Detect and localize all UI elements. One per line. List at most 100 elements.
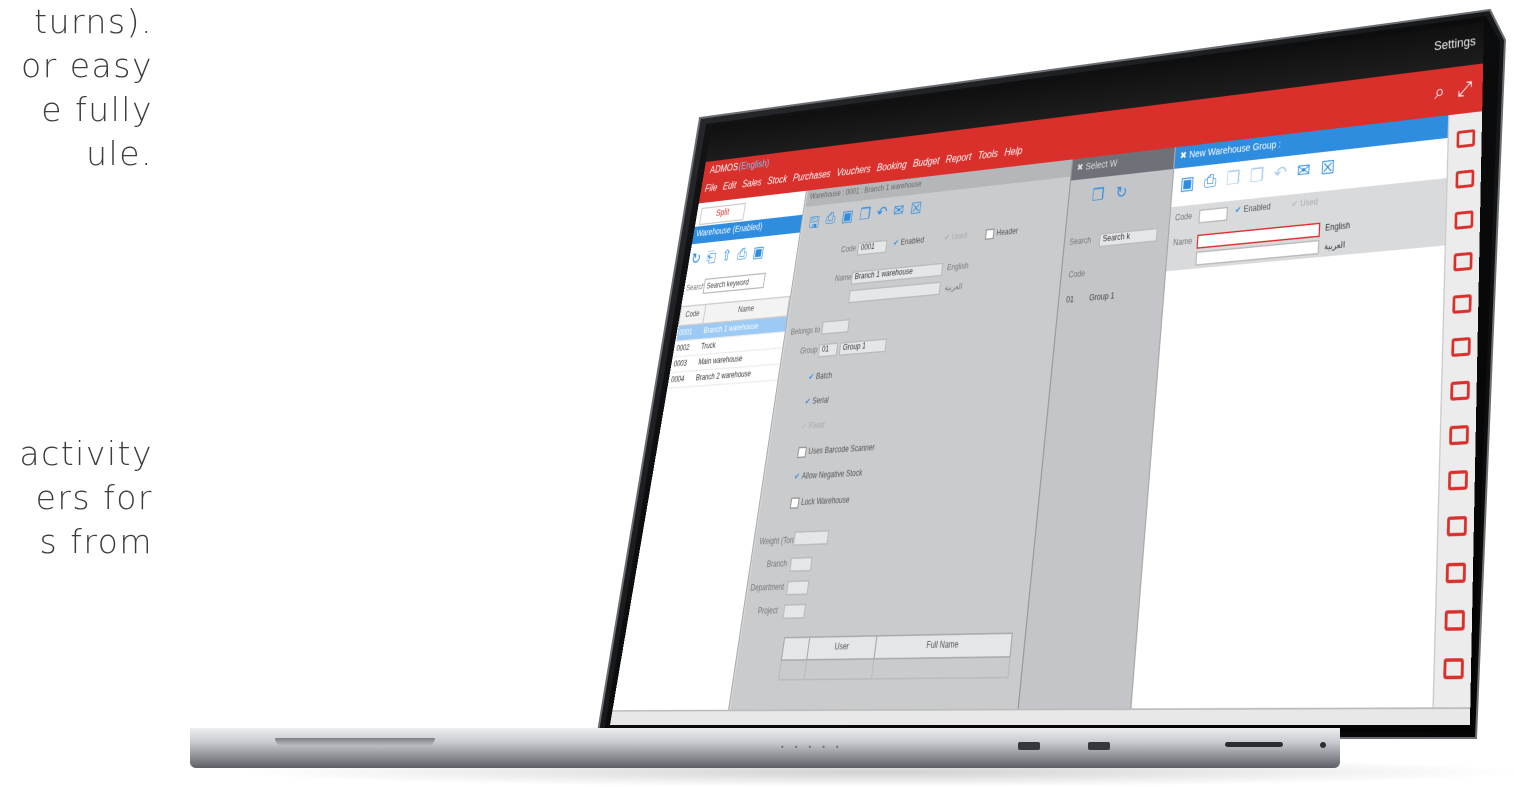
paste-icon[interactable]: ❐ <box>1249 164 1265 188</box>
group-name-field[interactable]: Group 1 <box>839 338 887 355</box>
weight-field[interactable] <box>793 530 830 546</box>
print-icon[interactable]: ⎙ <box>736 244 748 264</box>
weight-label: Weight (Ton) <box>759 537 796 547</box>
serial-label: Serial <box>812 397 829 406</box>
cell-code: 0004 <box>668 371 695 389</box>
refresh-icon[interactable]: ↻ <box>1115 182 1128 202</box>
new-used-label: Used <box>1300 199 1318 209</box>
bank-icon[interactable] <box>1447 516 1467 537</box>
department-field[interactable] <box>786 580 810 595</box>
new-pane-title-text: New Warehouse Group : <box>1189 140 1282 160</box>
menu-item-tools[interactable]: Tools <box>977 148 999 162</box>
print-icon[interactable]: ⎙ <box>823 208 837 236</box>
serial-checkbox[interactable]: ✔Serial <box>804 396 829 407</box>
branch-field[interactable] <box>789 557 813 572</box>
header-checkbox[interactable]: Header <box>985 226 1019 240</box>
close-icon[interactable]: ✖ <box>1076 163 1084 173</box>
project-field[interactable] <box>782 604 806 619</box>
grid-cell <box>871 657 1010 679</box>
code-column[interactable]: Code <box>1068 271 1085 281</box>
undo-icon[interactable]: ↶ <box>874 203 888 231</box>
email-icon[interactable]: ✉ <box>891 201 905 229</box>
menu-item-sales[interactable]: Sales <box>741 176 762 189</box>
project-label: Project <box>757 607 778 616</box>
horizontal-scrollbar[interactable] <box>610 707 1470 725</box>
code-field[interactable]: 0001 <box>857 240 888 256</box>
list-icon[interactable] <box>1443 658 1464 679</box>
calculator-icon[interactable] <box>1448 470 1468 490</box>
header-tools: ⌕ ⤢ <box>1434 76 1472 104</box>
customers-icon[interactable] <box>1456 129 1475 148</box>
search-icon[interactable]: ⌕ <box>1434 79 1445 104</box>
select-icon[interactable]: ❐ <box>1091 185 1105 205</box>
column-header-user[interactable]: User <box>807 636 877 660</box>
user-grid: User Full Name <box>778 632 1013 680</box>
branch-label: Branch <box>766 561 788 570</box>
fixed-checkbox[interactable]: ✔Fixed <box>801 421 825 432</box>
warehouse-icon[interactable] <box>1450 381 1470 401</box>
menu-item-file[interactable]: File <box>704 182 718 194</box>
new-used-checkbox[interactable]: ✔ Used <box>1291 197 1318 210</box>
code-label: Code <box>1175 213 1193 223</box>
allow-negative-stock-checkbox[interactable]: ✔Allow Negative Stock <box>794 468 863 482</box>
new-code-field[interactable] <box>1198 207 1228 224</box>
export-icon[interactable]: ⎗ <box>705 248 717 268</box>
menu-item-booking[interactable]: Booking <box>876 159 907 174</box>
cash-icon[interactable] <box>1446 563 1466 584</box>
used-checkbox[interactable]: ✔Used <box>944 231 968 243</box>
save-icon[interactable]: 🖫 <box>807 210 821 238</box>
menu-item-vouchers[interactable]: Vouchers <box>836 163 872 178</box>
save-as-icon[interactable]: ▣ <box>839 206 854 234</box>
menu-item-help[interactable]: Help <box>1004 145 1023 159</box>
usb-port <box>1088 742 1110 750</box>
menu-item-report[interactable]: Report <box>945 151 972 166</box>
close-icon[interactable]: ✖ <box>1180 151 1188 161</box>
group-code-field[interactable]: 01 <box>818 343 839 358</box>
delete-icon[interactable]: ☒ <box>1320 156 1336 180</box>
undo-icon[interactable]: ↶ <box>1273 162 1288 186</box>
batch-checkbox[interactable]: ✔Batch <box>808 371 833 382</box>
belongs-to-field[interactable] <box>821 319 850 335</box>
menu-item-purchases[interactable]: Purchases <box>792 168 831 184</box>
menu-item-edit[interactable]: Edit <box>722 180 737 193</box>
column-header-full-name[interactable]: Full Name <box>874 633 1012 659</box>
name-arabic-field[interactable] <box>848 281 941 303</box>
document-icon[interactable] <box>1453 252 1472 272</box>
email-icon[interactable]: ✉ <box>1296 159 1311 183</box>
search-input[interactable]: Search keyword <box>702 273 766 294</box>
settings-button[interactable]: Settings <box>1434 34 1476 53</box>
company-name: (English) <box>738 157 770 172</box>
enabled-label: Enabled <box>900 237 924 247</box>
save-icon[interactable]: ▣ <box>1179 172 1195 196</box>
report-icon[interactable] <box>1452 294 1471 314</box>
barcode-scanner-checkbox[interactable]: Uses Barcode Scanner <box>797 442 875 458</box>
new-enabled-checkbox[interactable]: ✔ Enabled <box>1235 202 1271 215</box>
table-row[interactable] <box>779 657 1010 680</box>
upload-icon[interactable]: ⇧ <box>720 246 733 266</box>
row-code[interactable]: 01 <box>1066 296 1075 305</box>
row-name[interactable]: Group 1 <box>1089 293 1115 304</box>
edit-invoice-icon[interactable] <box>1454 210 1473 230</box>
save-icon[interactable]: ▣ <box>751 242 765 262</box>
select-pane-title-text: Select W <box>1085 159 1118 172</box>
receipt-icon[interactable] <box>1444 610 1465 631</box>
copy-icon[interactable]: ❐ <box>1225 167 1241 191</box>
enabled-checkbox[interactable]: ✔Enabled <box>893 236 925 248</box>
copy-icon[interactable]: ❐ <box>857 204 872 232</box>
invoice-icon[interactable] <box>1455 169 1474 188</box>
refresh-icon[interactable]: ↻ <box>690 249 703 269</box>
lock-warehouse-checkbox[interactable]: Lock Warehouse <box>790 495 851 509</box>
calendar-icon[interactable] <box>1449 425 1469 445</box>
english-label: English <box>1325 222 1350 233</box>
delete-icon[interactable]: ☒ <box>908 199 923 228</box>
used-label: Used <box>951 233 967 243</box>
users-icon[interactable] <box>1451 337 1471 357</box>
menu-item-stock[interactable]: Stock <box>767 173 788 187</box>
select-search-input[interactable]: Search k <box>1098 228 1157 248</box>
menu-item-budget[interactable]: Budget <box>912 155 940 170</box>
barcode-scanner-label: Uses Barcode Scanner <box>808 445 875 457</box>
print-icon[interactable]: ⎙ <box>1203 169 1217 192</box>
new-enabled-label: Enabled <box>1243 204 1270 215</box>
fullscreen-icon[interactable]: ⤢ <box>1457 76 1472 102</box>
warehouse-table: Code Name 0001 Branch 1 warehouse 0002 T… <box>667 296 790 389</box>
